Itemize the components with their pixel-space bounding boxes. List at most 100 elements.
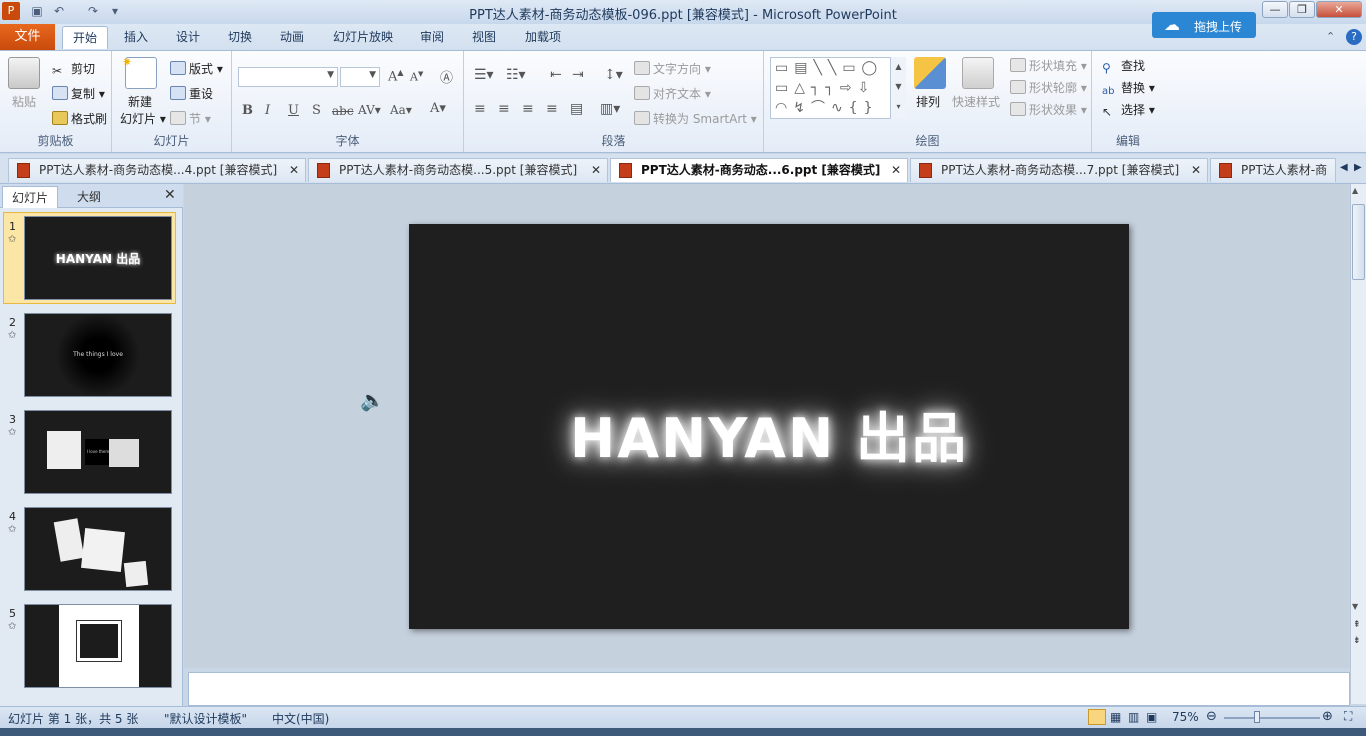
tab-design[interactable]: 设计: [168, 26, 208, 49]
vertical-scrollbar[interactable]: ▲ ▼ ⇞ ⇟: [1350, 184, 1366, 704]
bold-icon[interactable]: B: [242, 103, 253, 118]
zoom-level[interactable]: 75%: [1172, 710, 1199, 724]
shrink-font-icon[interactable]: A▼: [410, 70, 423, 84]
layout-button[interactable]: 版式 ▾: [170, 60, 223, 77]
new-slide-button-line2[interactable]: 幻灯片 ▾: [120, 110, 166, 127]
tab-slides-pane[interactable]: 幻灯片: [2, 186, 58, 208]
ribbon-collapse-icon[interactable]: ⌃: [1326, 30, 1335, 43]
zoom-in-icon[interactable]: ⊕: [1322, 709, 1333, 724]
line-spacing-icon[interactable]: ↕▾: [604, 67, 623, 83]
slide-canvas[interactable]: HANYAN 出品: [409, 224, 1129, 629]
replace-button[interactable]: ab 替换 ▾: [1102, 79, 1155, 100]
decrease-indent-icon[interactable]: ⇤: [550, 67, 562, 83]
select-button[interactable]: ↖ 选择 ▾: [1102, 101, 1155, 119]
slide-thumbnail-2[interactable]: The things I love: [24, 313, 172, 397]
close-tab-icon[interactable]: ✕: [1191, 159, 1201, 181]
close-tab-icon[interactable]: ✕: [891, 159, 901, 181]
align-center-icon[interactable]: ≡: [498, 101, 510, 117]
reset-button[interactable]: 重设: [170, 85, 213, 102]
char-spacing-icon[interactable]: AV▾: [358, 103, 381, 117]
font-color-icon[interactable]: A▾: [430, 101, 446, 116]
close-tab-icon[interactable]: ✕: [591, 159, 601, 181]
doc-tab-8[interactable]: PPT达人素材-商务: [1210, 158, 1336, 182]
italic-icon[interactable]: I: [265, 103, 270, 118]
strikethrough-icon[interactable]: abc: [332, 104, 354, 118]
paste-button[interactable]: 粘贴: [12, 93, 36, 110]
minimize-button[interactable]: —: [1262, 1, 1288, 18]
tab-animations[interactable]: 动画: [272, 26, 312, 49]
fit-to-window-icon[interactable]: ⛶: [1344, 709, 1352, 724]
shadow-icon[interactable]: S: [312, 103, 321, 118]
format-painter-button[interactable]: 格式刷: [52, 110, 107, 127]
shape-outline-button[interactable]: 形状轮廓 ▾: [1010, 79, 1087, 96]
language-status[interactable]: 中文(中国): [272, 710, 329, 727]
tab-transitions[interactable]: 切换: [220, 26, 260, 49]
columns-icon[interactable]: ▥▾: [600, 101, 620, 117]
slide-sorter-icon[interactable]: ▦: [1110, 710, 1121, 724]
theme-status[interactable]: "默认设计模板": [164, 710, 247, 727]
shape-effects-button[interactable]: 形状效果 ▾: [1010, 101, 1087, 118]
tab-review[interactable]: 审阅: [412, 26, 452, 49]
quick-styles-button[interactable]: 快速样式: [952, 93, 1000, 110]
doc-tab-6-active[interactable]: PPT达人素材-商务动态...6.ppt [兼容模式] ✕: [610, 158, 908, 182]
paste-icon[interactable]: [8, 57, 40, 89]
change-case-icon[interactable]: Aa▾: [390, 103, 412, 117]
slide-editor[interactable]: 🔈 HANYAN 出品: [184, 184, 1350, 668]
underline-icon[interactable]: U: [288, 103, 299, 118]
help-icon[interactable]: ?: [1346, 29, 1362, 45]
tab-file[interactable]: 文件: [0, 24, 55, 50]
previous-slide-icon[interactable]: ⇞: [1353, 620, 1361, 630]
doc-tab-7[interactable]: PPT达人素材-商务动态模...7.ppt [兼容模式] ✕: [910, 158, 1208, 182]
grow-font-icon[interactable]: A▲: [388, 68, 404, 84]
bullets-icon[interactable]: ☰▾: [474, 67, 494, 83]
zoom-slider[interactable]: [1224, 717, 1320, 719]
section-button[interactable]: 节 ▾: [170, 110, 211, 127]
new-slide-button-line1[interactable]: 新建: [128, 93, 152, 110]
shapes-gallery[interactable]: ▭▤╲╲▭◯ ▭△┐┐⇨⇩ ◠↯⌒∿{}: [770, 57, 906, 119]
normal-view-icon[interactable]: [1088, 709, 1106, 725]
slide-thumbnail-4[interactable]: [24, 507, 172, 591]
tab-addins[interactable]: 加载项: [518, 26, 568, 49]
slideshow-icon[interactable]: ▣: [1146, 710, 1157, 724]
align-left-icon[interactable]: ≡: [474, 101, 486, 117]
slide-thumbnail-1[interactable]: HANYAN 出品: [24, 216, 172, 300]
slide-thumbnail-5[interactable]: [24, 604, 172, 688]
tab-home[interactable]: 开始: [62, 26, 108, 49]
clear-format-icon[interactable]: Ⓐ: [440, 67, 453, 86]
speaker-icon[interactable]: 🔈: [360, 388, 385, 412]
zoom-slider-thumb[interactable]: [1254, 711, 1260, 723]
increase-indent-icon[interactable]: ⇥: [572, 67, 584, 83]
tab-scroll-left-icon[interactable]: ◀: [1340, 162, 1348, 173]
shape-fill-button[interactable]: 形状填充 ▾: [1010, 57, 1087, 74]
tab-insert[interactable]: 插入: [116, 26, 156, 49]
close-tab-icon[interactable]: ✕: [289, 159, 299, 181]
cut-button[interactable]: ✂ 剪切: [52, 60, 95, 78]
font-name-select[interactable]: ▼: [238, 67, 338, 87]
convert-smartart-button[interactable]: 转换为 SmartArt ▾: [634, 110, 757, 127]
next-slide-icon[interactable]: ⇟: [1353, 636, 1361, 646]
tab-outline-pane[interactable]: 大纲: [60, 186, 118, 208]
doc-tab-5[interactable]: PPT达人素材-商务动态模...5.ppt [兼容模式] ✕: [308, 158, 608, 182]
doc-tab-4[interactable]: PPT达人素材-商务动态模...4.ppt [兼容模式] ✕: [8, 158, 306, 182]
scroll-up-icon[interactable]: ▲: [1352, 186, 1358, 195]
numbering-icon[interactable]: ☷▾: [506, 67, 526, 83]
slide-thumbnail-3[interactable]: I love them: [24, 410, 172, 494]
distribute-icon[interactable]: ▤: [570, 101, 583, 117]
tab-slideshow[interactable]: 幻灯片放映: [326, 26, 400, 49]
scroll-down-icon[interactable]: ▼: [1352, 602, 1358, 611]
restore-button[interactable]: ❐: [1289, 1, 1315, 18]
reading-view-icon[interactable]: ▥: [1128, 710, 1139, 724]
upload-button[interactable]: ☁ 拖拽上传: [1152, 12, 1256, 38]
justify-icon[interactable]: ≡: [546, 101, 558, 117]
align-right-icon[interactable]: ≡: [522, 101, 534, 117]
shapes-gallery-scroll[interactable]: ▲ ▼ ▾: [890, 57, 906, 119]
slide-title[interactable]: HANYAN 出品: [409, 394, 1129, 473]
font-size-select[interactable]: ▼: [340, 67, 380, 87]
tab-view[interactable]: 视图: [464, 26, 504, 49]
arrange-button[interactable]: 排列: [916, 93, 940, 110]
scroll-thumb[interactable]: [1352, 204, 1365, 280]
find-button[interactable]: ⚲ 查找: [1102, 57, 1145, 75]
align-text-button[interactable]: 对齐文本 ▾: [634, 85, 711, 102]
close-pane-icon[interactable]: ✕: [164, 187, 176, 203]
tab-scroll-right-icon[interactable]: ▶: [1354, 162, 1362, 173]
